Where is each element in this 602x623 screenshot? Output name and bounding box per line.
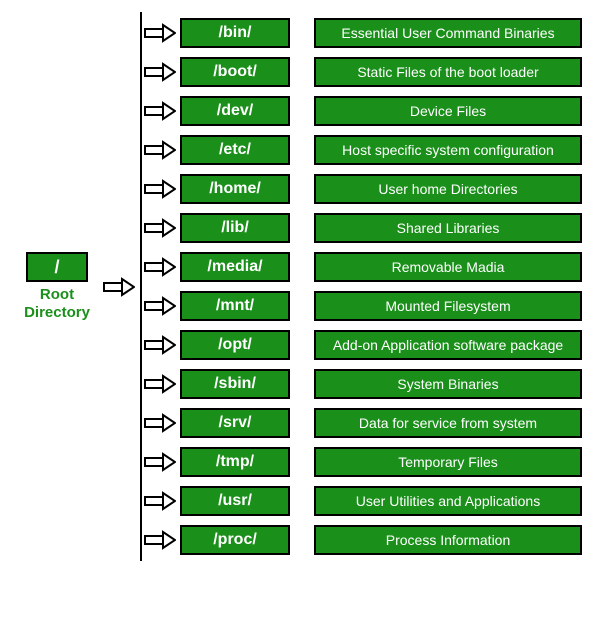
directory-row: /etc/Host specific system configuration <box>144 135 582 165</box>
directory-box: /etc/ <box>180 135 290 165</box>
arrow-right-icon <box>144 140 176 160</box>
root-arrow-column <box>102 277 136 297</box>
directory-row: /dev/Device Files <box>144 96 582 126</box>
directory-box: /media/ <box>180 252 290 282</box>
directory-name: /mnt/ <box>216 297 254 315</box>
directory-row: /sbin/System Binaries <box>144 369 582 399</box>
directory-row: /mnt/Mounted Filesystem <box>144 291 582 321</box>
directory-description: User Utilities and Applications <box>356 493 540 509</box>
directory-row: /media/Removable Madia <box>144 252 582 282</box>
arrow-right-icon <box>144 491 176 511</box>
root-label: Root Directory <box>24 286 90 321</box>
directory-box: /tmp/ <box>180 447 290 477</box>
directory-name: /opt/ <box>218 336 252 354</box>
root-label-line1: Root <box>40 286 74 303</box>
directory-name: /dev/ <box>217 102 253 120</box>
directory-name: /lib/ <box>221 219 249 237</box>
directory-box: /usr/ <box>180 486 290 516</box>
directory-box: /proc/ <box>180 525 290 555</box>
directory-row: /bin/Essential User Command Binaries <box>144 18 582 48</box>
directory-name: /bin/ <box>219 24 252 42</box>
arrow-right-icon <box>144 62 176 82</box>
arrow-right-icon <box>144 218 176 238</box>
directory-description: Mounted Filesystem <box>385 298 510 314</box>
directory-box: /lib/ <box>180 213 290 243</box>
directory-description: Removable Madia <box>392 259 505 275</box>
directory-row: /home/User home Directories <box>144 174 582 204</box>
directory-description: Process Information <box>386 532 511 548</box>
description-box: User home Directories <box>314 174 582 204</box>
directory-description: Device Files <box>410 103 486 119</box>
directory-name: /etc/ <box>219 141 251 159</box>
directory-row: /proc/Process Information <box>144 525 582 555</box>
description-box: Shared Libraries <box>314 213 582 243</box>
directory-name: /media/ <box>207 258 262 276</box>
directory-name: /srv/ <box>219 414 252 432</box>
arrow-right-icon <box>144 530 176 550</box>
root-label-line2: Directory <box>24 304 90 321</box>
directory-box: /bin/ <box>180 18 290 48</box>
root-column: / Root Directory <box>12 252 102 321</box>
directory-name: /proc/ <box>213 531 257 549</box>
directory-box: /srv/ <box>180 408 290 438</box>
directory-box: /sbin/ <box>180 369 290 399</box>
arrow-right-icon <box>144 257 176 277</box>
directory-description: Essential User Command Binaries <box>341 25 554 41</box>
root-box: / <box>26 252 88 282</box>
description-box: Removable Madia <box>314 252 582 282</box>
directory-description: Host specific system configuration <box>342 142 554 158</box>
directory-description: Static Files of the boot loader <box>357 64 538 80</box>
vertical-divider <box>140 12 142 561</box>
arrow-right-icon <box>144 101 176 121</box>
directory-row: /usr/User Utilities and Applications <box>144 486 582 516</box>
root-symbol: / <box>54 257 59 278</box>
arrow-right-icon <box>103 277 135 297</box>
directory-row: /opt/Add-on Application software package <box>144 330 582 360</box>
arrow-right-icon <box>144 413 176 433</box>
directory-description: Temporary Files <box>398 454 498 470</box>
filesystem-hierarchy-diagram: / Root Directory /bin/Essential User Com… <box>12 12 590 561</box>
directory-name: /tmp/ <box>216 453 254 471</box>
directory-name: /sbin/ <box>214 375 256 393</box>
directory-description: Shared Libraries <box>397 220 500 236</box>
directory-description: Data for service from system <box>359 415 537 431</box>
directory-row: /srv/Data for service from system <box>144 408 582 438</box>
directory-box: /home/ <box>180 174 290 204</box>
arrow-right-icon <box>144 335 176 355</box>
directory-description: System Binaries <box>397 376 498 392</box>
description-box: User Utilities and Applications <box>314 486 582 516</box>
description-box: Device Files <box>314 96 582 126</box>
directory-row: /tmp/Temporary Files <box>144 447 582 477</box>
directory-box: /boot/ <box>180 57 290 87</box>
arrow-right-icon <box>144 374 176 394</box>
directory-description: Add-on Application software package <box>333 337 563 353</box>
arrow-right-icon <box>144 23 176 43</box>
directory-description: User home Directories <box>378 181 517 197</box>
description-box: Mounted Filesystem <box>314 291 582 321</box>
directory-box: /opt/ <box>180 330 290 360</box>
directory-name: /usr/ <box>218 492 252 510</box>
description-box: Process Information <box>314 525 582 555</box>
description-box: Essential User Command Binaries <box>314 18 582 48</box>
directory-name: /home/ <box>209 180 261 198</box>
directory-box: /mnt/ <box>180 291 290 321</box>
directory-box: /dev/ <box>180 96 290 126</box>
directory-row: /boot/Static Files of the boot loader <box>144 57 582 87</box>
description-box: Add-on Application software package <box>314 330 582 360</box>
description-box: Data for service from system <box>314 408 582 438</box>
arrow-right-icon <box>144 452 176 472</box>
directory-rows: /bin/Essential User Command Binaries/boo… <box>144 12 582 561</box>
arrow-right-icon <box>144 296 176 316</box>
description-box: Host specific system configuration <box>314 135 582 165</box>
directory-name: /boot/ <box>213 63 257 81</box>
directory-row: /lib/Shared Libraries <box>144 213 582 243</box>
description-box: Static Files of the boot loader <box>314 57 582 87</box>
arrow-right-icon <box>144 179 176 199</box>
description-box: System Binaries <box>314 369 582 399</box>
description-box: Temporary Files <box>314 447 582 477</box>
